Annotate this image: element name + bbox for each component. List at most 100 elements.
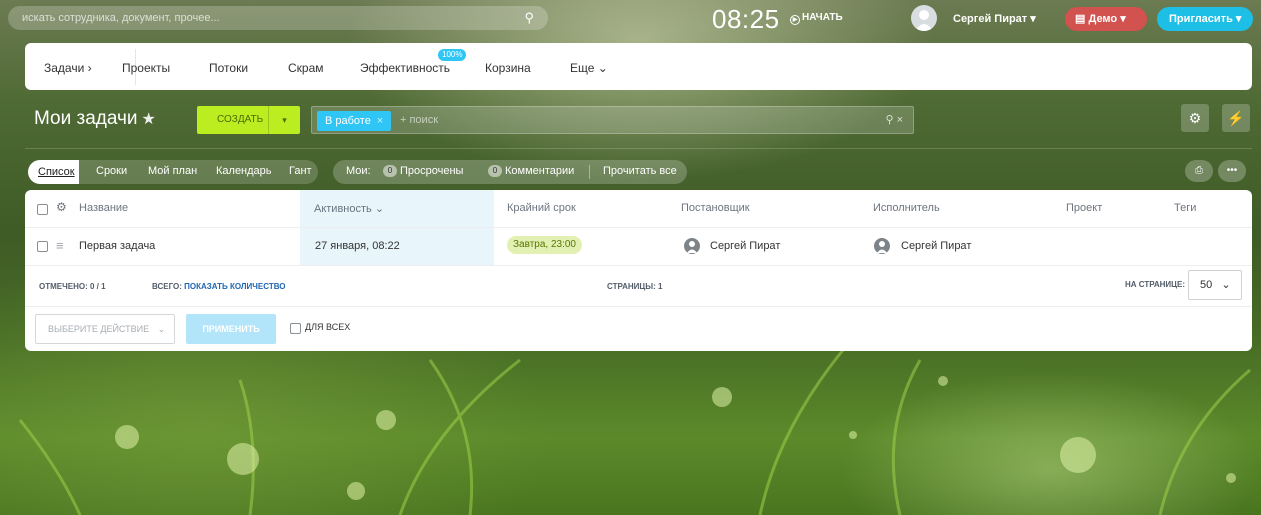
view-deadlines[interactable]: Сроки	[96, 165, 127, 177]
overdue-counter[interactable]: 0 Просрочены	[383, 165, 463, 177]
user-avatar	[874, 238, 890, 254]
chevron-down-icon: ⌄	[1221, 279, 1231, 291]
invite-button[interactable]: Пригласить ▾	[1157, 7, 1253, 31]
pages-label: СТРАНИЦЫ:	[607, 282, 656, 291]
gear-icon[interactable]: ⚙	[56, 200, 67, 214]
row-checkbox[interactable]	[37, 241, 48, 252]
global-search-input[interactable]: искать сотрудника, документ, прочее... ⚲	[8, 6, 548, 30]
chevron-down-icon: ▾	[1120, 13, 1126, 25]
user-avatar[interactable]	[911, 5, 937, 31]
row-divider	[25, 227, 1252, 228]
counters-divider	[589, 165, 590, 179]
chevron-right-icon: ›	[87, 61, 92, 75]
chevron-down-icon: ▾	[1030, 13, 1036, 25]
chevron-down-icon[interactable]: ▾	[268, 106, 300, 134]
clock: 08:25	[712, 4, 780, 34]
total-label: ВСЕГО:	[152, 282, 182, 291]
nav-item-efficiency[interactable]: Эффективность	[360, 61, 450, 75]
for-all-checkbox[interactable]	[290, 323, 301, 334]
task-deadline-badge[interactable]: Завтра, 23:00	[507, 236, 582, 254]
marked-label: ОТМЕЧЕНО:	[39, 282, 88, 291]
nav-item-trash[interactable]: Корзина	[485, 61, 531, 75]
search-icon[interactable]: ⚲	[524, 6, 534, 30]
play-icon: ▶	[790, 15, 800, 25]
more-icon[interactable]: •••	[1218, 160, 1246, 182]
user-avatar	[684, 238, 700, 254]
demo-button[interactable]: ▤ Демо ▾	[1065, 7, 1147, 31]
task-title[interactable]: Первая задача	[79, 240, 155, 252]
read-all-button[interactable]: Прочитать все	[603, 165, 677, 177]
gear-icon[interactable]: ⚙	[1181, 104, 1209, 132]
nav-item-label: Задачи	[44, 61, 85, 75]
menu-icon[interactable]: ≡	[56, 238, 64, 253]
column-activity[interactable]: Активность ⌄	[314, 202, 384, 215]
filter-search-input[interactable]: В работе × + поиск ⚲ ×	[311, 106, 914, 134]
user-menu[interactable]: Сергей Пират ▾	[953, 12, 1036, 25]
column-name[interactable]: Название	[79, 202, 128, 214]
column-project[interactable]: Проект	[1066, 202, 1102, 214]
view-calendar[interactable]: Календарь	[216, 165, 272, 177]
select-all-checkbox[interactable]	[37, 204, 48, 215]
task-table: ⚙ Название Активность ⌄ Крайний срок Пос…	[25, 190, 1252, 351]
overdue-label: Просрочены	[400, 165, 464, 177]
page-number[interactable]: 1	[658, 282, 662, 291]
nav-item-scrum[interactable]: Скрам	[288, 61, 324, 75]
task-activity: 27 января, 08:22	[315, 240, 400, 252]
action-placeholder: ВЫБЕРИТЕ ДЕЙСТВИЕ	[48, 324, 150, 334]
module-nav: Задачи › Проекты Потоки Скрам Эффективно…	[25, 43, 1252, 90]
nav-item-projects[interactable]: Проекты	[122, 61, 170, 75]
view-gantt[interactable]: Гант	[289, 165, 312, 177]
comments-count: 0	[488, 165, 502, 177]
nav-item-tasks[interactable]: Задачи ›	[44, 61, 92, 75]
start-label: НАЧАТЬ	[802, 12, 843, 23]
top-bar: искать сотрудника, документ, прочее... ⚲…	[0, 0, 1261, 40]
pagination: СТРАНИЦЫ: 1	[607, 282, 662, 291]
create-label: СОЗДАТЬ	[217, 114, 264, 125]
total-count: ВСЕГО: ПОКАЗАТЬ КОЛИЧЕСТВО	[152, 282, 286, 291]
header-divider	[25, 148, 1252, 149]
filter-chip[interactable]: В работе ×	[317, 111, 392, 131]
lightning-icon[interactable]: ⚡	[1222, 104, 1250, 132]
task-responsible[interactable]: Сергей Пират	[901, 240, 971, 252]
comments-label: Комментарии	[505, 165, 575, 177]
overdue-count: 0	[383, 165, 397, 177]
chevron-down-icon: ⌄	[374, 203, 385, 215]
view-list[interactable]: Список	[28, 160, 79, 184]
chevron-down-icon: ▾	[1235, 13, 1242, 25]
comments-counter[interactable]: 0 Комментарии	[488, 165, 574, 177]
print-icon[interactable]: ⎙	[1185, 160, 1213, 182]
per-page-label: НА СТРАНИЦЕ:	[1125, 280, 1186, 289]
search-placeholder: искать сотрудника, документ, прочее...	[22, 12, 220, 24]
per-page-select[interactable]: 50 ⌄	[1188, 270, 1242, 300]
chevron-down-icon: ⌄	[157, 324, 166, 334]
nav-item-more[interactable]: Еще ⌄	[570, 61, 608, 75]
star-icon[interactable]: ★	[142, 111, 156, 128]
row-divider	[25, 265, 1252, 266]
column-deadline[interactable]: Крайний срок	[507, 202, 576, 214]
view-my-plan[interactable]: Мой план	[148, 165, 197, 177]
column-tags[interactable]: Теги	[1174, 202, 1196, 214]
filter-placeholder: + поиск	[400, 114, 439, 126]
start-workday-button[interactable]: ▶ НАЧАТЬ	[790, 12, 843, 25]
search-clear-icons[interactable]: ⚲ ×	[885, 113, 903, 126]
column-creator[interactable]: Постановщик	[681, 202, 750, 214]
show-count-link[interactable]: ПОКАЗАТЬ КОЛИЧЕСТВО	[184, 282, 285, 291]
page-title: Мои задачи ★	[34, 108, 156, 130]
counters-bar: Мои: 0 Просрочены 0 Комментарии Прочитать …	[333, 160, 687, 184]
apply-button[interactable]: ПРИМЕНИТЬ	[186, 314, 276, 344]
per-page-value: 50	[1200, 279, 1213, 291]
action-select[interactable]: ВЫБЕРИТЕ ДЕЙСТВИЕ ⌄	[35, 314, 175, 344]
page-title-text: Мои задачи	[34, 108, 138, 129]
close-icon[interactable]: ×	[377, 115, 383, 127]
column-label: Активность	[314, 203, 372, 215]
demo-icon: ▤	[1075, 13, 1086, 25]
invite-label: Пригласить	[1169, 13, 1233, 25]
filter-chip-label: В работе	[325, 115, 371, 127]
column-responsible[interactable]: Исполнитель	[873, 202, 940, 214]
efficiency-badge: 100%	[438, 49, 467, 61]
row-divider	[25, 306, 1252, 307]
create-button[interactable]: СОЗДАТЬ ▾	[197, 106, 300, 134]
counters-label: Мои:	[346, 165, 371, 177]
nav-item-flows[interactable]: Потоки	[209, 61, 248, 75]
task-creator[interactable]: Сергей Пират	[710, 240, 780, 252]
